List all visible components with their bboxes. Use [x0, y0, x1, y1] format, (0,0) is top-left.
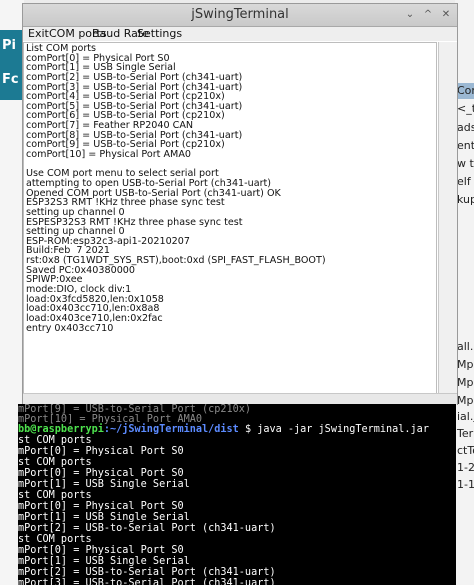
file-list-item[interactable]: elf — [457, 175, 471, 188]
close-icon[interactable]: ✕ — [439, 8, 453, 22]
terminal-line: mPort[0] = Physical Port S0 — [18, 501, 184, 512]
window-title: jSwingTerminal — [191, 7, 289, 22]
file-list-item[interactable]: ents — [457, 139, 474, 152]
terminal-line: mPort[2] = USB-to-Serial Port (ch341-uar… — [18, 567, 276, 578]
window-titlebar[interactable]: jSwingTerminal ⌄ ^ ✕ — [23, 4, 457, 27]
prompt-path: :~/jSwingTerminal/dist — [103, 424, 239, 435]
terminal-line: mPort[0] = Physical Port S0 — [18, 545, 184, 556]
file-list-item[interactable]: Com — [457, 84, 474, 97]
console-line: entry 0x403cc710 — [26, 322, 114, 334]
terminal-line: mPort[3] = USB-to-Serial Port (ch341-uar… — [18, 578, 276, 585]
menu-exit[interactable]: Exit — [28, 27, 49, 41]
file-list-item[interactable]: 1-20 — [457, 461, 474, 474]
terminal-line: mPort[0] = Physical Port S0 — [18, 468, 184, 479]
file-list-item[interactable]: all.py — [457, 340, 474, 353]
terminal-line: mPort[1] = USB Single Serial — [18, 512, 190, 523]
left-strip-label-2: Fc — [2, 72, 19, 87]
terminal-line: st COM ports — [18, 534, 92, 545]
desktop-accent-bar-2: Fc — [0, 64, 24, 100]
left-strip-label: Pi — [2, 38, 16, 53]
file-list-item[interactable]: Terr — [457, 427, 474, 440]
lxterminal-output[interactable]: mPort[9] = USB-to-Serial Port (cp210x) m… — [18, 404, 456, 585]
file-list-item[interactable]: ctTo — [457, 444, 474, 457]
console-line: Saved PC:0x40380000 — [26, 264, 136, 276]
console-vertical-scrollbar[interactable] — [438, 42, 457, 394]
menu-bar: Exit COM ports Baud Rate Settings — [23, 27, 457, 41]
file-list-item[interactable]: 1-18 — [457, 478, 474, 491]
terminal-line: st COM ports — [18, 457, 92, 468]
maximize-icon[interactable]: ^ — [421, 8, 435, 22]
file-list-item[interactable]: Mpc — [457, 358, 474, 371]
terminal-line: mPort[2] = USB-to-Serial Port (ch341-uar… — [18, 523, 276, 534]
menu-settings[interactable]: Settings — [137, 27, 182, 41]
file-list-item[interactable]: ial.j — [457, 410, 474, 423]
terminal-line: mPort[1] = USB Single Serial — [18, 556, 190, 567]
file-list-item[interactable]: <_te — [457, 102, 474, 115]
console-line: comPort[10] = Physical Port AMA0 — [26, 149, 191, 161]
file-list-item[interactable]: w t — [457, 157, 474, 170]
terminal-line: mPort[0] = Physical Port S0 — [18, 446, 184, 457]
terminal-line: st COM ports — [18, 435, 92, 446]
file-list-item[interactable]: Mpc — [457, 376, 474, 389]
terminal-line: mPort[1] = USB Single Serial — [18, 479, 190, 490]
desktop-accent-bar: Pi — [0, 30, 24, 64]
file-list-item[interactable]: kup — [457, 193, 474, 206]
file-list-item[interactable]: ads — [457, 121, 474, 134]
file-list-item[interactable]: Mpc — [457, 394, 474, 407]
jswingterminal-window: jSwingTerminal ⌄ ^ ✕ Exit COM ports Baud… — [22, 3, 458, 405]
terminal-line: st COM ports — [18, 490, 92, 501]
terminal-prompt: bb@raspberrypi:~/jSwingTerminal/dist $ j… — [18, 424, 429, 435]
serial-console-textarea[interactable]: List COM ports comPort[0] = Physical Port… — [23, 42, 437, 394]
prompt-command: $ java -jar jSwingTerminal.jar — [238, 424, 429, 435]
prompt-user: bb@raspberrypi — [18, 424, 104, 435]
minimize-icon[interactable]: ⌄ — [403, 8, 417, 22]
